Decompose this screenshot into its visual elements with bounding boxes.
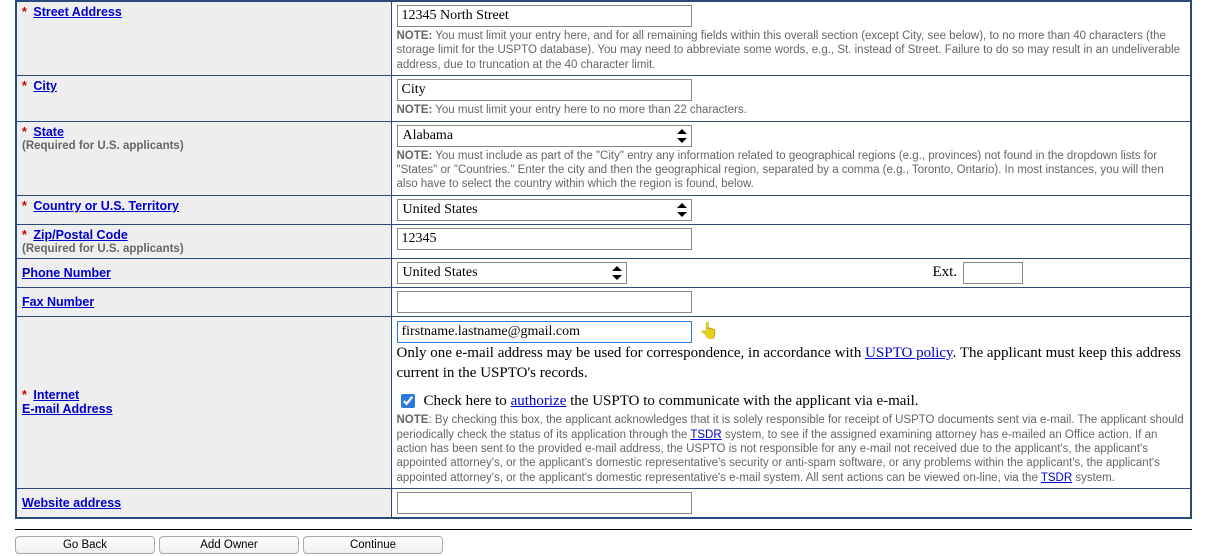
website-input[interactable] — [397, 492, 692, 514]
fax-link[interactable]: Fax Number — [22, 295, 94, 309]
zip-subnote: (Required for U.S. applicants) — [22, 243, 386, 255]
email-note: NOTE: By checking this box, the applican… — [397, 413, 1186, 485]
required-asterisk: * — [22, 5, 27, 19]
row-city: * City NOTE: You must limit your entry h… — [16, 76, 1191, 121]
note-text: You must include as part of the "City" e… — [397, 150, 1164, 191]
value-cell-phone: United States Ext. — [391, 258, 1191, 287]
label-cell-zip: * Zip/Postal Code (Required for U.S. app… — [16, 224, 391, 258]
value-cell-website — [391, 489, 1191, 519]
value-cell-email: 👆 Only one e-mail address may be used fo… — [391, 316, 1191, 488]
value-cell-zip — [391, 224, 1191, 258]
note-prefix: NOTE: — [397, 104, 433, 116]
tsdr-link-2[interactable]: TSDR — [1041, 472, 1072, 484]
phone-link[interactable]: Phone Number — [22, 266, 111, 280]
row-zip: * Zip/Postal Code (Required for U.S. app… — [16, 224, 1191, 258]
divider — [15, 529, 1192, 530]
label-cell-state: * State (Required for U.S. applicants) — [16, 121, 391, 195]
city-note: NOTE: You must limit your entry here to … — [397, 103, 1186, 117]
value-cell-state: Alabama NOTE: You must include as part o… — [391, 121, 1191, 195]
button-row: Go Back Add Owner Continue — [15, 536, 1192, 554]
note-prefix: NOTE: — [397, 150, 433, 162]
required-asterisk: * — [22, 228, 27, 242]
state-link[interactable]: State — [33, 125, 64, 139]
note-bold: NOTE — [397, 414, 429, 426]
required-asterisk: * — [22, 388, 27, 402]
uspto-policy-link[interactable]: USPTO policy — [865, 345, 953, 361]
zip-input[interactable] — [397, 228, 692, 250]
country-select[interactable]: United States — [397, 199, 692, 221]
row-phone: Phone Number United States Ext. — [16, 258, 1191, 287]
row-street: * Street Address NOTE: You must limit yo… — [16, 1, 1191, 76]
phone-country-select[interactable]: United States — [397, 262, 627, 284]
state-subnote: (Required for U.S. applicants) — [22, 140, 386, 152]
street-address-link[interactable]: Street Address — [33, 5, 121, 19]
label-cell-email: * Internet E-mail Address — [16, 316, 391, 488]
authorize-checkbox[interactable] — [401, 394, 415, 408]
tsdr-link-1[interactable]: TSDR — [690, 429, 721, 441]
country-link[interactable]: Country or U.S. Territory — [33, 199, 179, 213]
note-text: You must limit your entry here to no mor… — [435, 104, 747, 116]
internet-link[interactable]: Internet — [33, 388, 79, 402]
value-cell-country: United States — [391, 195, 1191, 224]
city-link[interactable]: City — [33, 79, 57, 93]
add-owner-button[interactable]: Add Owner — [159, 536, 299, 554]
hand-pointer-icon: 👆 — [699, 321, 719, 341]
phone-row-container: United States Ext. — [397, 262, 1186, 284]
required-asterisk: * — [22, 125, 27, 139]
required-asterisk: * — [22, 199, 27, 213]
row-fax: Fax Number — [16, 287, 1191, 316]
note-p3: system. — [1072, 472, 1115, 484]
note-prefix: NOTE: — [397, 30, 433, 42]
ext-label: Ext. — [933, 264, 958, 281]
authorize-label: Check here to authorize the USPTO to com… — [424, 393, 919, 410]
row-country: * Country or U.S. Territory United State… — [16, 195, 1191, 224]
email-address-link[interactable]: E-mail Address — [22, 402, 113, 416]
row-state: * State (Required for U.S. applicants) A… — [16, 121, 1191, 195]
continue-button[interactable]: Continue — [303, 536, 443, 554]
value-cell-city: NOTE: You must limit your entry here to … — [391, 76, 1191, 121]
address-form-table: * Street Address NOTE: You must limit yo… — [15, 0, 1192, 519]
row-email: * Internet E-mail Address 👆 Only one e-m… — [16, 316, 1191, 488]
label-cell-city: * City — [16, 76, 391, 121]
state-note: NOTE: You must include as part of the "C… — [397, 149, 1186, 192]
street-note: NOTE: You must limit your entry here, an… — [397, 29, 1186, 72]
go-back-button[interactable]: Go Back — [15, 536, 155, 554]
street-input[interactable] — [397, 5, 692, 27]
note-text: You must limit your entry here, and for … — [397, 30, 1181, 71]
label-cell-country: * Country or U.S. Territory — [16, 195, 391, 224]
value-cell-fax — [391, 287, 1191, 316]
ext-input[interactable] — [963, 262, 1023, 284]
website-link[interactable]: Website address — [22, 496, 121, 510]
authorize-link[interactable]: authorize — [511, 393, 567, 409]
check-prefix: Check here to — [424, 393, 511, 409]
city-input[interactable] — [397, 79, 692, 101]
zip-link[interactable]: Zip/Postal Code — [33, 228, 127, 242]
email-input[interactable] — [397, 321, 692, 343]
email-help-text: Only one e-mail address may be used for … — [397, 343, 1186, 384]
fax-input[interactable] — [397, 291, 692, 313]
authorize-checkbox-row: Check here to authorize the USPTO to com… — [397, 391, 1186, 411]
value-cell-street: NOTE: You must limit your entry here, an… — [391, 1, 1191, 76]
required-asterisk: * — [22, 79, 27, 93]
label-cell-website: Website address — [16, 489, 391, 519]
state-select[interactable]: Alabama — [397, 125, 692, 147]
label-cell-phone: Phone Number — [16, 258, 391, 287]
email-help-before: Only one e-mail address may be used for … — [397, 345, 866, 361]
label-cell-fax: Fax Number — [16, 287, 391, 316]
check-suffix: the USPTO to communicate with the applic… — [566, 393, 918, 409]
row-website: Website address — [16, 489, 1191, 519]
label-cell-street: * Street Address — [16, 1, 391, 76]
